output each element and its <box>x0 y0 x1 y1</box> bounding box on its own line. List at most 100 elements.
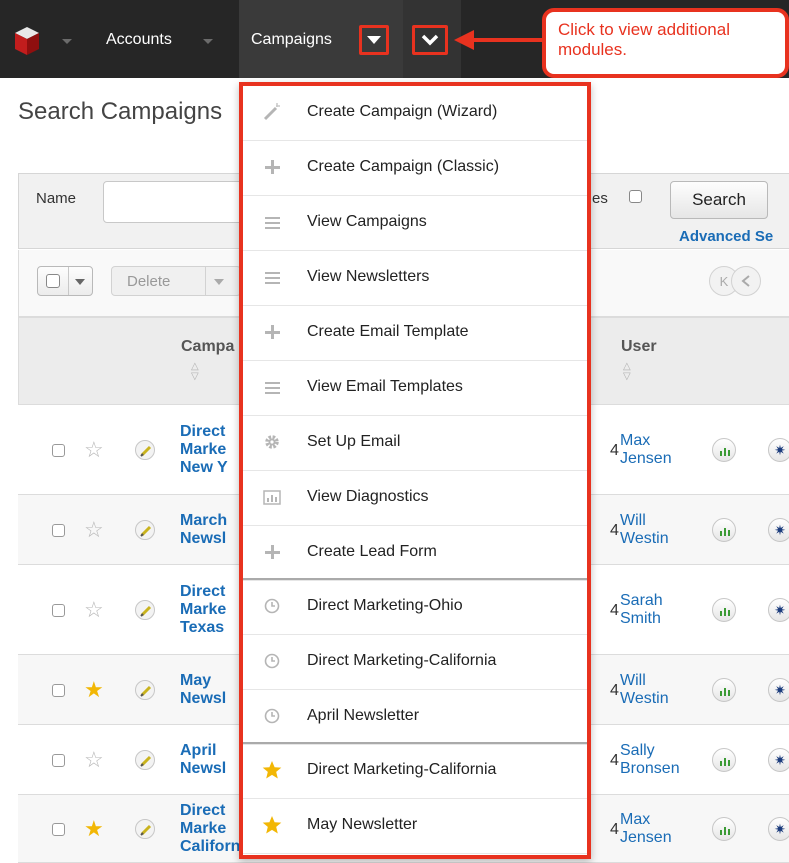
more-modules-button[interactable] <box>412 25 448 55</box>
campaign-name-link[interactable]: Direct Marke New Y <box>180 423 240 477</box>
accounts-caret-icon[interactable] <box>203 39 213 44</box>
column-header-user[interactable]: User <box>621 338 657 356</box>
menu-item-direct-marketing-california[interactable]: Direct Marketing-California <box>243 744 587 799</box>
caret-down-icon <box>75 279 85 285</box>
preview-icon[interactable]: ✷ <box>768 817 789 841</box>
star-icon <box>261 759 283 781</box>
previous-page-button[interactable] <box>731 266 761 296</box>
activity-stream-icon[interactable] <box>712 748 736 772</box>
row-checkbox[interactable] <box>52 823 65 836</box>
row-checkbox[interactable] <box>52 524 65 537</box>
preview-icon[interactable]: ✷ <box>768 748 789 772</box>
callout-arrow-icon <box>454 30 546 50</box>
divider <box>205 267 206 295</box>
menu-item-view-campaigns[interactable]: View Campaigns <box>243 196 587 251</box>
assigned-user-link[interactable]: Sally Bronsen <box>620 742 705 778</box>
menu-item-set-up-email[interactable]: Set Up Email <box>243 416 587 471</box>
list-icon <box>261 376 283 398</box>
first-page-icon: K <box>719 273 729 289</box>
preview-icon[interactable]: ✷ <box>768 598 789 622</box>
favorites-filter-checkbox[interactable] <box>629 190 642 203</box>
assigned-user-link[interactable]: Max Jensen <box>620 432 705 468</box>
menu-item-create-campaign-classic[interactable]: Create Campaign (Classic) <box>243 141 587 196</box>
gear-icon <box>261 431 283 453</box>
truncated-cell-text: 4 <box>610 602 619 619</box>
campaign-name-link[interactable]: March Newsl <box>180 512 240 548</box>
preview-icon[interactable]: ✷ <box>768 438 789 462</box>
assigned-user-link[interactable]: Sarah Smith <box>620 592 705 628</box>
magic-wand-icon <box>261 101 283 123</box>
campaign-name-link[interactable]: April Newsl <box>180 742 240 778</box>
logo-menu-caret-icon[interactable] <box>62 39 72 44</box>
menu-item-direct-marketing-california[interactable]: Direct Marketing-California <box>243 635 587 690</box>
truncated-cell-text: 4 <box>610 821 619 838</box>
plus-icon <box>261 156 283 178</box>
delete-button[interactable]: Delete <box>111 266 241 296</box>
search-button[interactable]: Search <box>670 181 768 219</box>
sort-icon[interactable]: △ ▽ <box>191 362 199 382</box>
activity-stream-icon[interactable] <box>712 438 736 462</box>
clock-icon <box>261 650 283 672</box>
row-checkbox[interactable] <box>52 604 65 617</box>
menu-item-label: View Diagnostics <box>307 488 429 505</box>
favorite-star-icon[interactable]: ★ <box>84 679 104 701</box>
menu-item-april-newsletter[interactable]: April Newsletter <box>243 690 587 745</box>
preview-icon[interactable]: ✷ <box>768 678 789 702</box>
list-icon <box>261 266 283 288</box>
nav-accounts[interactable]: Accounts <box>106 31 172 49</box>
activity-stream-icon[interactable] <box>712 678 736 702</box>
truncated-cell-text: 4 <box>610 752 619 769</box>
menu-item-create-email-template[interactable]: Create Email Template <box>243 306 587 361</box>
edit-pencil-icon[interactable] <box>135 819 155 839</box>
assigned-user-link[interactable]: Will Westin <box>620 512 705 548</box>
menu-item-may-newsletter[interactable]: May Newsletter <box>243 799 587 854</box>
menu-item-view-email-templates[interactable]: View Email Templates <box>243 361 587 416</box>
edit-pencil-icon[interactable] <box>135 440 155 460</box>
advanced-search-link[interactable]: Advanced Se <box>679 228 773 245</box>
edit-pencil-icon[interactable] <box>135 520 155 540</box>
activity-stream-icon[interactable] <box>712 817 736 841</box>
chevron-left-icon <box>741 275 750 287</box>
row-checkbox[interactable] <box>52 444 65 457</box>
clock-icon <box>261 705 283 727</box>
edit-pencil-icon[interactable] <box>135 750 155 770</box>
chevron-down-icon <box>421 34 439 46</box>
plus-icon <box>261 321 283 343</box>
favorite-star-icon[interactable]: ☆ <box>84 439 104 461</box>
favorite-star-icon[interactable]: ☆ <box>84 599 104 621</box>
activity-stream-icon[interactable] <box>712 598 736 622</box>
select-all-checkbox[interactable] <box>46 274 60 288</box>
edit-pencil-icon[interactable] <box>135 680 155 700</box>
sort-icon[interactable]: △ ▽ <box>623 362 631 382</box>
menu-item-create-campaign-wizard[interactable]: Create Campaign (Wizard) <box>243 86 587 141</box>
campaign-name-link[interactable]: DirectMarkeCalifornia <box>180 802 240 856</box>
favorite-star-icon[interactable]: ☆ <box>84 519 104 541</box>
row-checkbox[interactable] <box>52 684 65 697</box>
mass-select-button[interactable] <box>37 266 93 296</box>
activity-stream-icon[interactable] <box>712 518 736 542</box>
favorite-star-icon[interactable]: ☆ <box>84 749 104 771</box>
menu-item-view-diagnostics[interactable]: View Diagnostics <box>243 471 587 526</box>
campaigns-dropdown-button[interactable] <box>359 25 389 55</box>
menu-item-create-lead-form[interactable]: Create Lead Form <box>243 526 587 581</box>
menu-item-view-newsletters[interactable]: View Newsletters <box>243 251 587 306</box>
assigned-user-link[interactable]: Will Westin <box>620 672 705 708</box>
preview-icon[interactable]: ✷ <box>768 518 789 542</box>
column-header-campaign[interactable]: Campa <box>181 338 234 356</box>
campaign-name-link[interactable]: May Newsl <box>180 672 240 708</box>
menu-item-label: Create Lead Form <box>307 543 437 560</box>
row-checkbox[interactable] <box>52 754 65 767</box>
edit-pencil-icon[interactable] <box>135 600 155 620</box>
divider <box>68 267 69 295</box>
nav-campaigns[interactable]: Campaigns <box>251 31 332 49</box>
menu-item-label: View Campaigns <box>307 213 427 230</box>
name-filter-label: Name <box>36 190 77 207</box>
favorite-star-icon[interactable]: ★ <box>84 818 104 840</box>
callout-note: Click to view additional modules. <box>542 8 789 78</box>
menu-item-direct-marketing-ohio[interactable]: Direct Marketing-Ohio <box>243 580 587 635</box>
assigned-user-link[interactable]: Max Jensen <box>620 811 705 847</box>
callout-text: Click to view additional modules. <box>558 20 730 59</box>
logo-cube-icon[interactable] <box>14 26 40 56</box>
campaign-name-link[interactable]: Direct Marke Texas <box>180 583 240 637</box>
favorites-filter-label: es <box>592 190 608 207</box>
